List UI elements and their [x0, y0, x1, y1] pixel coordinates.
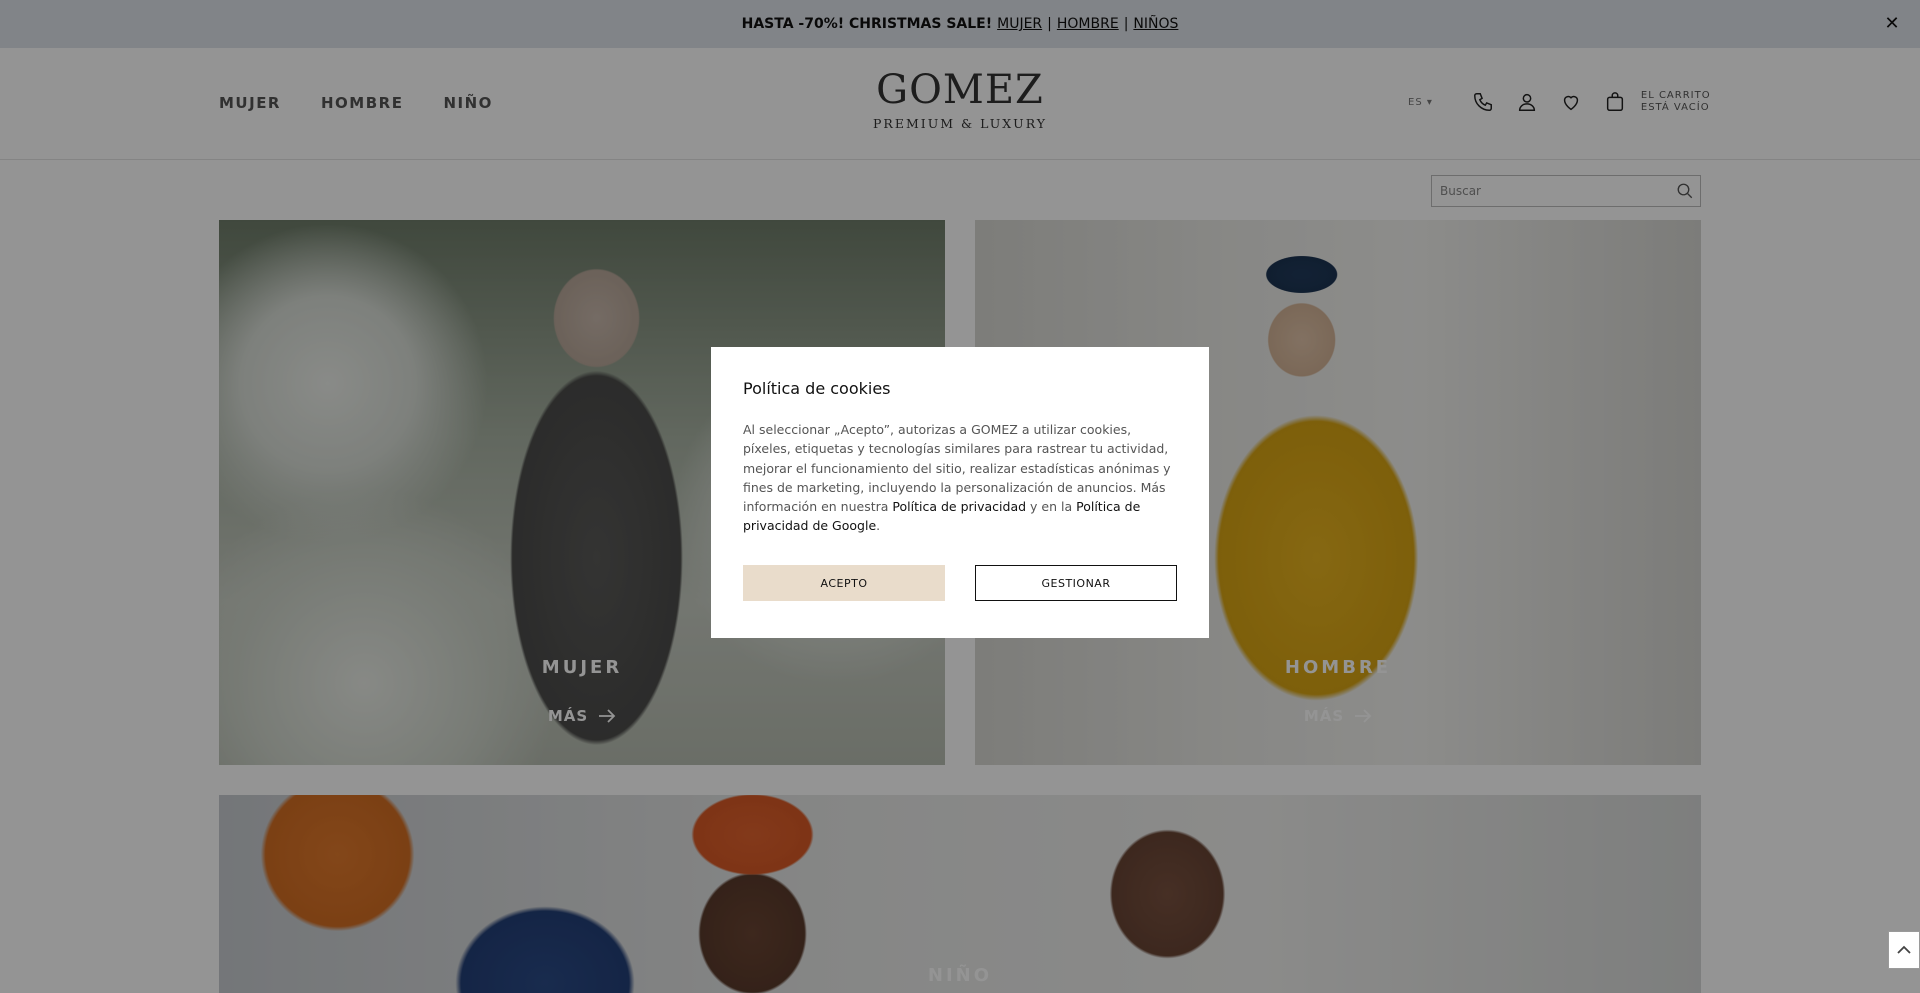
- cookie-text-part-2: y en la: [1026, 499, 1077, 515]
- cookie-text-end: .: [876, 518, 881, 534]
- cookie-modal: Política de cookies Al seleccionar „Acep…: [711, 347, 1209, 638]
- cookie-text: Al seleccionar „Acepto”, autorizas a GOM…: [743, 420, 1177, 536]
- privacy-policy-link[interactable]: Política de privacidad: [892, 499, 1026, 514]
- cookie-actions: ACEPTO GESTIONAR: [743, 565, 1177, 601]
- manage-button[interactable]: GESTIONAR: [975, 565, 1177, 601]
- scroll-to-top-button[interactable]: [1888, 931, 1920, 969]
- cookie-title: Política de cookies: [743, 379, 891, 398]
- accept-button[interactable]: ACEPTO: [743, 565, 945, 601]
- chevron-up-icon: [1897, 945, 1911, 954]
